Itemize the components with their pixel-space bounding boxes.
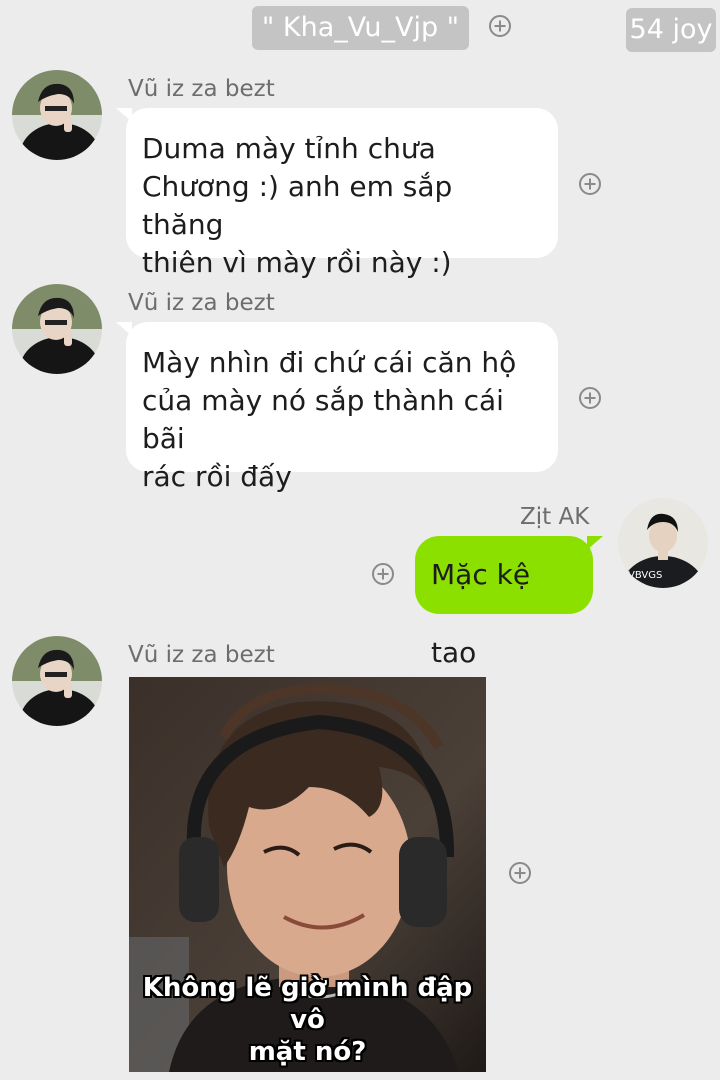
sender-avatar[interactable] bbox=[12, 284, 102, 374]
avatar-image bbox=[12, 70, 102, 160]
svg-text:VBVGS: VBVGS bbox=[628, 570, 662, 581]
add-icon[interactable] bbox=[579, 387, 601, 409]
avatar-image bbox=[12, 636, 102, 726]
message-line: Mày nhìn đi chứ cái căn hộ bbox=[142, 346, 517, 379]
sender-name: Vũ iz za bezt bbox=[128, 290, 275, 316]
add-icon[interactable] bbox=[579, 173, 601, 195]
message-text: Mặc kệ tao bbox=[431, 558, 531, 669]
joy-count-badge: 54 joy bbox=[626, 8, 716, 52]
message-line: rác rồi đấy bbox=[142, 460, 292, 493]
message-line: thiên vì mày rồi này :) bbox=[142, 246, 452, 279]
add-icon[interactable] bbox=[509, 862, 531, 884]
caption-line: mặt nó? bbox=[248, 1037, 367, 1067]
message-image[interactable]: Không lẽ giờ mình đập vô mặt nó? bbox=[129, 677, 486, 1072]
sender-name: Vũ iz za bezt bbox=[128, 642, 275, 668]
sender-name: Vũ iz za bezt bbox=[128, 76, 275, 102]
sender-avatar[interactable] bbox=[12, 70, 102, 160]
message-line: Chương :) anh em sắp thăng bbox=[142, 170, 453, 241]
message-line: của mày nó sắp thành cái bãi bbox=[142, 384, 504, 455]
message-bubble-outgoing[interactable]: Mặc kệ tao bbox=[415, 536, 603, 669]
message-bubble[interactable]: Duma mày tỉnh chưa Chương :) anh em sắp … bbox=[116, 108, 558, 279]
sender-name: Zịt AK bbox=[520, 504, 590, 530]
meme-caption: Không lẽ giờ mình đập vô mặt nó? bbox=[129, 972, 486, 1068]
add-icon[interactable] bbox=[489, 15, 511, 37]
add-icon[interactable] bbox=[372, 563, 394, 585]
message-line: Duma mày tỉnh chưa bbox=[142, 132, 436, 165]
avatar-image: VBVGS bbox=[618, 498, 708, 588]
contact-name-pill[interactable]: " Kha_Vu_Vjp " bbox=[252, 6, 469, 50]
sender-avatar[interactable] bbox=[12, 636, 102, 726]
avatar-image bbox=[12, 284, 102, 374]
message-bubble[interactable]: Mày nhìn đi chứ cái căn hộ của mày nó sắ… bbox=[116, 322, 558, 493]
caption-line: Không lẽ giờ mình đập vô bbox=[142, 973, 473, 1035]
my-avatar[interactable]: VBVGS bbox=[618, 498, 708, 588]
